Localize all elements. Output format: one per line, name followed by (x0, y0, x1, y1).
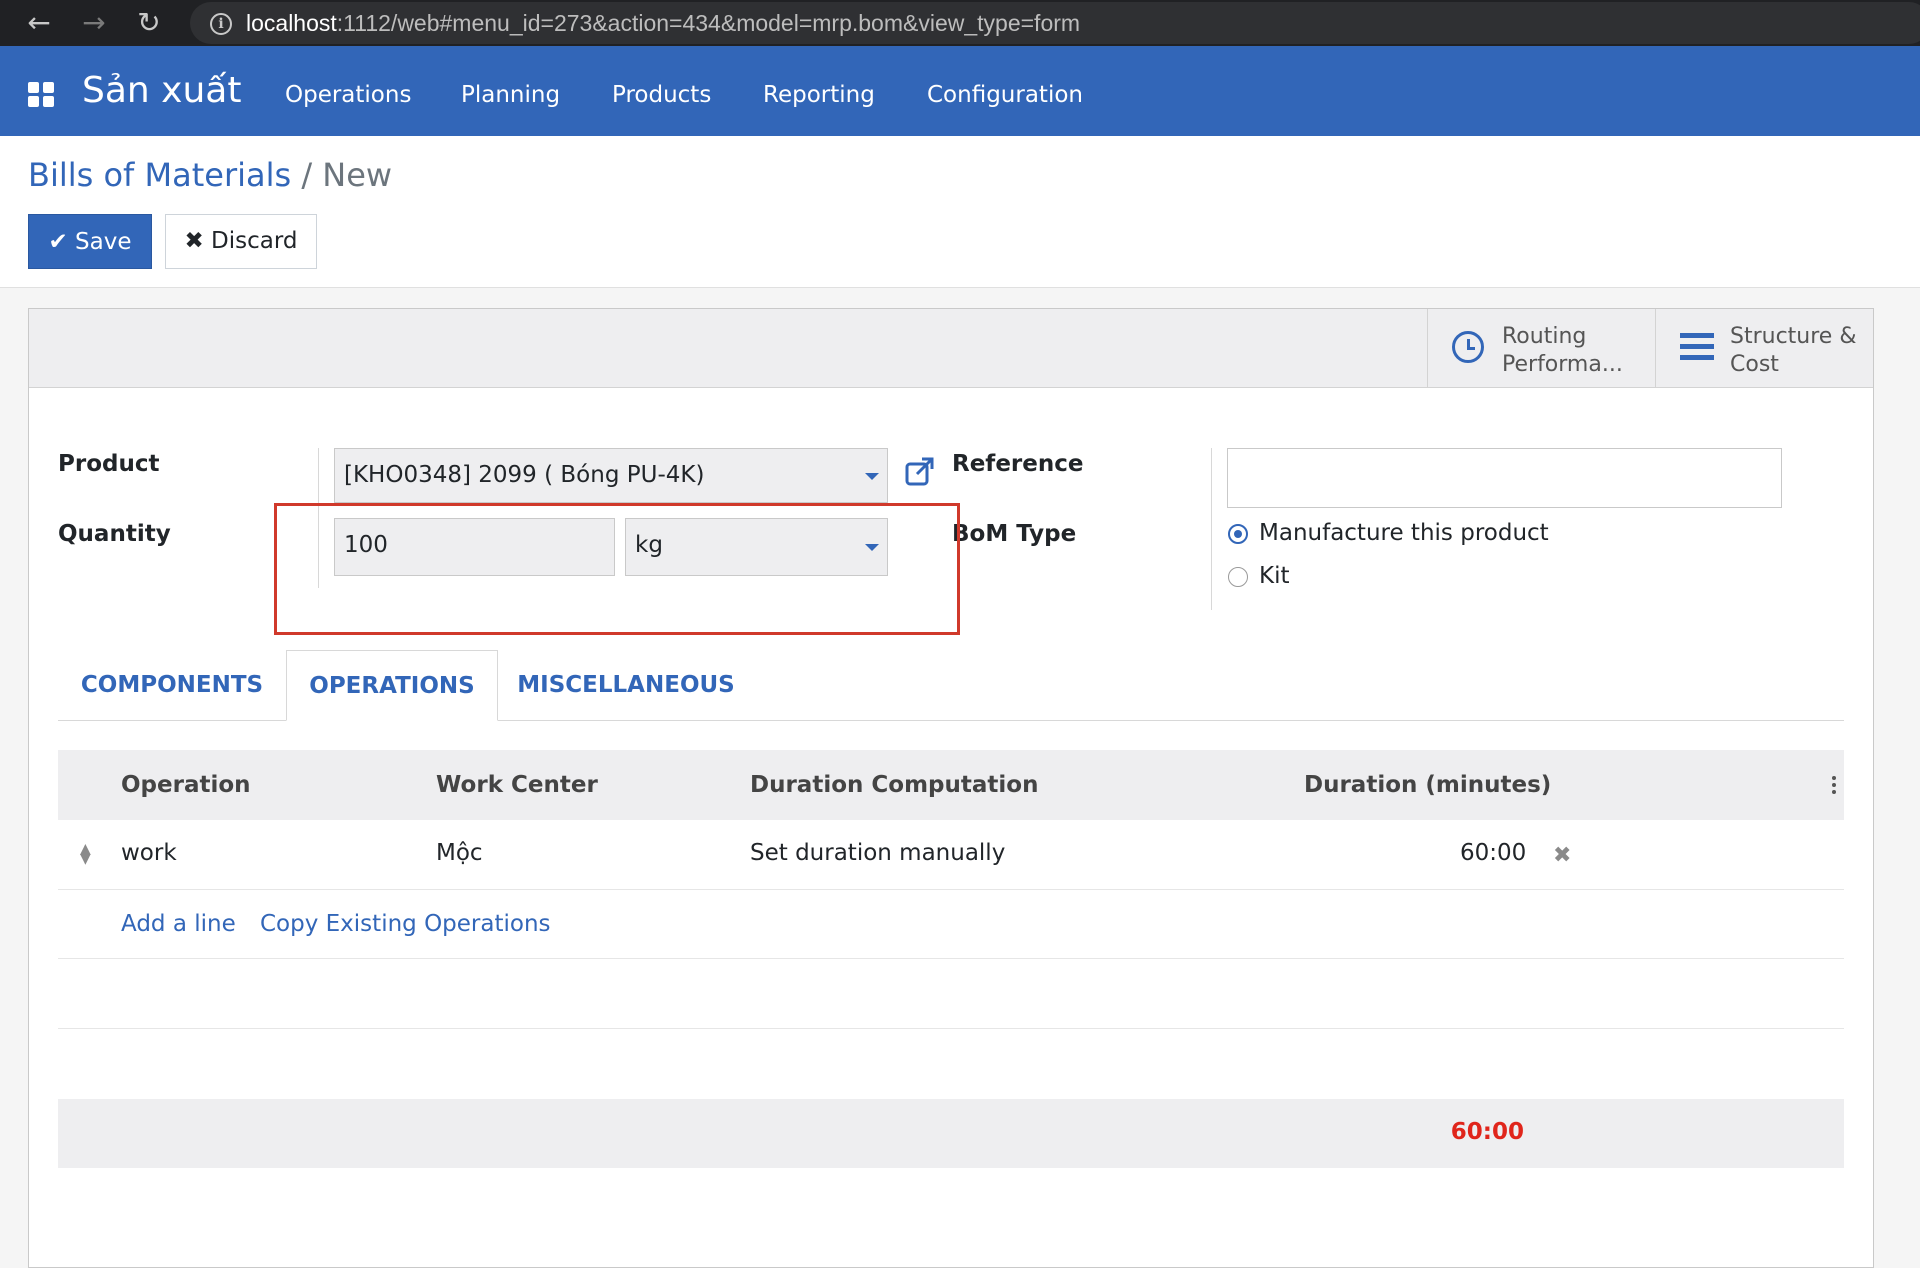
routing-performance-label: Routing Performa... (1502, 324, 1623, 377)
address-bar[interactable]: i localhost:1112/web#menu_id=273&action=… (190, 2, 1920, 44)
bom-type-label: BoM Type (952, 521, 1077, 547)
add-line-link[interactable]: Add a line (121, 911, 236, 937)
reference-input[interactable] (1227, 448, 1782, 508)
radio-kit[interactable] (1228, 567, 1248, 587)
reference-label: Reference (952, 451, 1084, 477)
app-navbar: Sản xuất Operations Planning Products Re… (0, 46, 1920, 136)
app-title[interactable]: Sản xuất (82, 70, 241, 111)
browser-toolbar: ← → ↻ i localhost:1112/web#menu_id=273&a… (0, 0, 1920, 46)
row-operation[interactable]: work (121, 840, 177, 866)
drag-handle-icon[interactable]: ▲ ▼ (80, 842, 91, 866)
tab-miscellaneous[interactable]: MISCELLANEOUS (498, 650, 754, 721)
back-icon[interactable]: ← (22, 6, 56, 40)
copy-existing-operations-link[interactable]: Copy Existing Operations (260, 911, 551, 937)
menu-reporting[interactable]: Reporting (763, 82, 875, 108)
menu-configuration[interactable]: Configuration (927, 82, 1083, 108)
row-divider (58, 889, 1844, 890)
highlight-annotation (274, 503, 960, 635)
url-path: :1112/web#menu_id=273&action=434&model=m… (336, 10, 1081, 36)
radio-manufacture-label[interactable]: Manufacture this product (1259, 520, 1549, 546)
row-work-center[interactable]: Mộc (436, 840, 483, 866)
structure-cost-label: Structure & Cost (1730, 324, 1857, 377)
external-link-icon[interactable] (905, 456, 935, 486)
reload-icon[interactable]: ↻ (132, 6, 166, 40)
tab-operations[interactable]: OPERATIONS (286, 650, 498, 721)
menu-planning[interactable]: Planning (461, 82, 560, 108)
column-options-icon[interactable] (1832, 776, 1836, 794)
col-duration[interactable]: Duration (minutes) (1304, 772, 1551, 798)
smart-button-box: Routing Performa... Structure & Cost (29, 309, 1873, 388)
save-button[interactable]: ✔ Save (28, 214, 152, 269)
routing-performance-button[interactable]: Routing Performa... (1427, 309, 1655, 387)
structure-cost-button[interactable]: Structure & Cost (1655, 309, 1873, 387)
row-divider (58, 1028, 1844, 1029)
radio-kit-label[interactable]: Kit (1259, 563, 1290, 589)
menu-products[interactable]: Products (612, 82, 711, 108)
url-host: localhost (246, 10, 337, 36)
apps-grid-icon[interactable] (28, 82, 56, 108)
breadcrumb: Bills of Materials / New (28, 156, 392, 194)
radio-manufacture[interactable] (1228, 524, 1248, 544)
quantity-label: Quantity (58, 521, 171, 547)
list-icon (1680, 333, 1714, 366)
col-work-center[interactable]: Work Center (436, 772, 598, 798)
table-footer: 60:00 (58, 1099, 1844, 1168)
breadcrumb-bills-of-materials[interactable]: Bills of Materials (28, 156, 291, 194)
discard-button[interactable]: ✖ Discard (165, 214, 317, 269)
forward-icon[interactable]: → (77, 6, 111, 40)
site-info-icon[interactable]: i (210, 13, 232, 35)
menu-operations[interactable]: Operations (285, 82, 411, 108)
total-duration: 60:00 (1450, 1119, 1524, 1145)
col-duration-computation[interactable]: Duration Computation (750, 772, 1038, 798)
chevron-down-icon (865, 473, 879, 480)
table-header: Operation Work Center Duration Computati… (58, 750, 1844, 820)
breadcrumb-current: New (322, 156, 393, 194)
product-label: Product (58, 451, 160, 477)
product-select[interactable]: [KHO0348] 2099 ( Bóng PU-4K) (334, 448, 888, 503)
row-duration[interactable]: 60:00 (1460, 840, 1526, 866)
field-divider (1211, 448, 1212, 610)
delete-row-icon[interactable]: ✖ (1553, 843, 1571, 868)
tab-components[interactable]: COMPONENTS (58, 650, 286, 721)
row-divider (58, 958, 1844, 959)
breadcrumb-separator: / (301, 156, 313, 194)
col-operation[interactable]: Operation (121, 772, 251, 798)
url-text[interactable]: localhost:1112/web#menu_id=273&action=43… (246, 10, 1080, 37)
clock-icon (1452, 331, 1484, 363)
row-duration-computation[interactable]: Set duration manually (750, 840, 1005, 866)
